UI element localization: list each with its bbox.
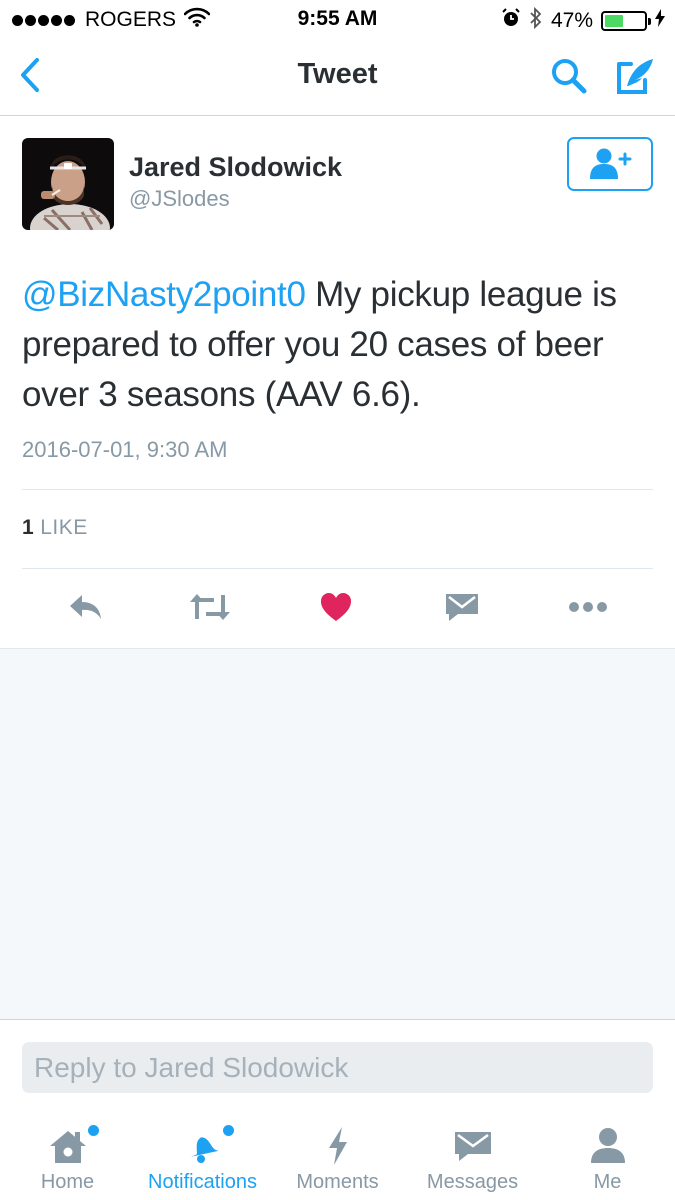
- like-count: 1: [22, 516, 35, 539]
- reply-icon: [70, 595, 101, 619]
- alarm-icon: [501, 8, 521, 34]
- compose-tweet-button[interactable]: [612, 52, 660, 100]
- home-unread-dot: [88, 1125, 99, 1136]
- reply-input[interactable]: [22, 1042, 653, 1093]
- tab-home[interactable]: Home: [0, 1111, 135, 1200]
- tab-moments[interactable]: Moments: [270, 1111, 405, 1200]
- message-icon: [446, 594, 478, 621]
- navigation-bar: Tweet: [0, 38, 675, 116]
- retweet-icon: [190, 594, 230, 620]
- tab-me[interactable]: Me: [540, 1111, 675, 1200]
- tab-messages[interactable]: Messages: [405, 1111, 540, 1200]
- tweet-timestamp: 2016-07-01, 9:30 AM: [22, 437, 228, 462]
- tweet-text: @BizNasty2point0 My pickup league is pre…: [22, 270, 662, 420]
- tab-label: Messages: [426, 1171, 519, 1193]
- direct-message-button[interactable]: [437, 585, 487, 629]
- tab-notifications[interactable]: Notifications: [135, 1111, 270, 1200]
- like-button[interactable]: [311, 585, 361, 629]
- home-icon: [0, 1125, 135, 1167]
- follow-button[interactable]: [567, 137, 653, 191]
- bell-icon: [135, 1125, 270, 1167]
- status-bar: ROGERS 9:55 AM 47%: [0, 0, 675, 38]
- add-user-icon: [590, 148, 632, 179]
- compose-icon: [617, 59, 653, 94]
- battery-level: [605, 15, 623, 27]
- author-name[interactable]: Jared Slodowick: [129, 152, 342, 183]
- tab-label: Home: [40, 1171, 95, 1193]
- app-window: ROGERS 9:55 AM 47% Tweet Jared Slodowick…: [0, 0, 675, 1200]
- bluetooth-icon: [529, 6, 543, 35]
- tab-label: Moments: [296, 1171, 379, 1193]
- more-button[interactable]: [563, 585, 613, 629]
- person-icon: [540, 1125, 675, 1167]
- reply-bar: [0, 1021, 675, 1111]
- lightning-icon: [270, 1125, 405, 1167]
- envelope-icon: [405, 1125, 540, 1167]
- battery-icon: [601, 11, 651, 31]
- likes-count-link[interactable]: 1 LIKE: [22, 516, 88, 540]
- more-icon: [569, 602, 607, 612]
- search-icon: [552, 59, 587, 94]
- like-label: LIKE: [40, 516, 88, 539]
- notifications-unread-dot: [223, 1125, 234, 1136]
- tab-label: Notifications: [148, 1171, 257, 1193]
- battery-percent: 47%: [550, 9, 593, 32]
- search-button[interactable]: [545, 52, 593, 100]
- divider: [22, 489, 653, 490]
- charging-icon: [655, 9, 665, 33]
- divider: [22, 568, 653, 569]
- tab-bar: Home Notifications Moments Messages Me: [0, 1111, 675, 1200]
- mention-link[interactable]: @BizNasty2point0: [22, 275, 306, 314]
- author-handle[interactable]: @JSlodes: [129, 186, 230, 212]
- status-right: 47%: [493, 6, 665, 35]
- avatar[interactable]: [22, 138, 114, 230]
- tab-label: Me: [593, 1171, 622, 1193]
- replies-area: [0, 648, 675, 1020]
- retweet-button[interactable]: [185, 585, 235, 629]
- reply-button[interactable]: [61, 585, 111, 629]
- heart-icon: [321, 593, 351, 621]
